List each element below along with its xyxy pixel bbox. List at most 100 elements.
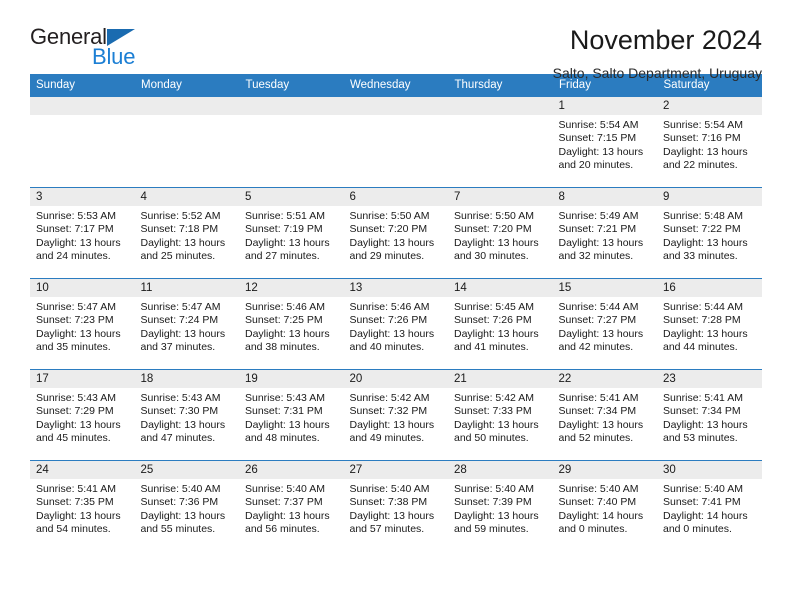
day-details: Sunrise: 5:44 AM Sunset: 7:28 PM Daylight:… [657,297,762,355]
daylight-text: Daylight: 13 hours and 49 minutes. [349,418,435,445]
day-details: Sunrise: 5:47 AM Sunset: 7:23 PM Daylight:… [30,297,135,355]
sunrise-text: Sunrise: 5:44 AM [558,301,639,313]
daylight-text: Daylight: 13 hours and 56 minutes. [245,509,330,536]
calendar-day-cell[interactable]: 28 Sunrise: 5:40 AM Sunset: 7:39 PM Dayligh… [448,460,553,551]
sunrise-text: Sunrise: 5:40 AM [349,483,430,495]
weekday-header-sunday: Sunday [30,74,135,97]
calendar-day-cell[interactable]: 26 Sunrise: 5:40 AM Sunset: 7:37 PM Dayligh… [239,460,344,551]
day-number: 7 [448,188,553,206]
sunset-text: Sunset: 7:20 PM [349,223,428,236]
sunset-text: Sunset: 7:33 PM [454,405,532,418]
calendar-day-cell[interactable]: 30 Sunrise: 5:40 AM Sunset: 7:41 PM Dayligh… [657,460,762,551]
calendar-day-cell-empty [448,96,553,188]
daylight-text: Daylight: 13 hours and 33 minutes. [663,236,748,263]
calendar-day-cell[interactable]: 7 Sunrise: 5:50 AM Sunset: 7:20 PM Daylight… [448,187,553,279]
day-number: 29 [552,461,657,479]
sunset-text: Sunset: 7:32 PM [349,405,428,418]
day-details: Sunrise: 5:42 AM Sunset: 7:33 PM Daylight:… [448,388,553,446]
day-number: 23 [657,370,762,388]
sunrise-text: Sunrise: 5:48 AM [663,210,743,222]
daylight-text: Daylight: 13 hours and 20 minutes. [558,145,644,172]
day-details: Sunrise: 5:45 AM Sunset: 7:26 PM Daylight:… [448,297,553,355]
calendar-table: Sunday Monday Tuesday Wednesday Thursday… [30,74,762,551]
calendar-day-cell[interactable]: 17 Sunrise: 5:43 AM Sunset: 7:29 PM Dayligh… [30,369,135,461]
calendar-body: 1 Sunrise: 5:54 AM Sunset: 7:15 PM Daylight… [30,96,762,551]
calendar-day-cell[interactable]: 8 Sunrise: 5:49 AM Sunset: 7:21 PM Daylight… [552,187,657,279]
calendar-day-cell[interactable]: 22 Sunrise: 5:41 AM Sunset: 7:34 PM Dayligh… [552,369,657,461]
day-number [448,97,553,115]
daylight-text: Daylight: 13 hours and 48 minutes. [245,418,330,445]
page-title: November 2024 [569,25,762,55]
day-number: 1 [552,97,657,115]
day-details: Sunrise: 5:46 AM Sunset: 7:25 PM Daylight:… [239,297,344,355]
sunset-text: Sunset: 7:24 PM [140,314,219,327]
day-number: 19 [239,370,344,388]
day-details: Sunrise: 5:40 AM Sunset: 7:36 PM Daylight:… [135,479,240,537]
calendar-day-cell[interactable]: 2 Sunrise: 5:54 AM Sunset: 7:16 PM Daylight… [657,96,762,188]
calendar-day-cell[interactable]: 11 Sunrise: 5:47 AM Sunset: 7:24 PM Dayligh… [134,278,239,370]
calendar-day-cell[interactable]: 25 Sunrise: 5:40 AM Sunset: 7:36 PM Dayligh… [134,460,240,551]
daylight-text: Daylight: 13 hours and 52 minutes. [558,418,644,445]
sunset-text: Sunset: 7:40 PM [558,496,637,509]
day-number: 17 [30,370,135,388]
calendar-day-cell[interactable]: 14 Sunrise: 5:45 AM Sunset: 7:26 PM Dayligh… [448,278,553,370]
day-details: Sunrise: 5:50 AM Sunset: 7:20 PM Daylight:… [448,206,553,264]
sunrise-text: Sunrise: 5:53 AM [36,210,116,222]
calendar-day-cell[interactable]: 24 Sunrise: 5:41 AM Sunset: 7:35 PM Dayligh… [30,460,135,551]
generalblue-logo[interactable]: General Blue [30,26,150,72]
daylight-text: Daylight: 13 hours and 32 minutes. [558,236,644,263]
sunset-text: Sunset: 7:34 PM [663,405,741,418]
calendar-day-cell[interactable]: 5 Sunrise: 5:51 AM Sunset: 7:19 PM Daylight… [239,187,344,279]
sunrise-text: Sunrise: 5:40 AM [558,483,639,495]
daylight-text: Daylight: 13 hours and 42 minutes. [558,327,644,354]
daylight-text: Daylight: 13 hours and 30 minutes. [454,236,539,263]
day-details: Sunrise: 5:46 AM Sunset: 7:26 PM Daylight:… [344,297,449,355]
calendar-day-cell[interactable]: 10 Sunrise: 5:47 AM Sunset: 7:23 PM Dayligh… [30,278,135,370]
calendar-day-cell[interactable]: 19 Sunrise: 5:43 AM Sunset: 7:31 PM Dayligh… [239,369,344,461]
day-number: 8 [552,188,657,206]
sunrise-text: Sunrise: 5:43 AM [245,392,325,404]
weekday-header-wednesday: Wednesday [343,74,449,97]
calendar-day-cell[interactable]: 20 Sunrise: 5:42 AM Sunset: 7:32 PM Dayligh… [343,369,448,461]
daylight-text: Daylight: 14 hours and 0 minutes. [558,509,644,536]
calendar-day-cell[interactable]: 16 Sunrise: 5:44 AM Sunset: 7:28 PM Dayligh… [657,278,762,370]
sunrise-text: Sunrise: 5:47 AM [140,301,221,313]
calendar-week-row: 3 Sunrise: 5:53 AM Sunset: 7:17 PM Daylight… [30,187,762,279]
calendar-day-cell[interactable]: 27 Sunrise: 5:40 AM Sunset: 7:38 PM Dayligh… [343,460,448,551]
calendar-day-cell-empty [134,96,239,188]
calendar-day-cell[interactable]: 6 Sunrise: 5:50 AM Sunset: 7:20 PM Daylight… [343,187,448,279]
sunrise-text: Sunrise: 5:51 AM [245,210,325,222]
day-number: 28 [448,461,553,479]
daylight-text: Daylight: 13 hours and 57 minutes. [349,509,435,536]
sunset-text: Sunset: 7:28 PM [663,314,741,327]
day-number: 6 [343,188,448,206]
daylight-text: Daylight: 13 hours and 59 minutes. [454,509,539,536]
sunrise-text: Sunrise: 5:42 AM [454,392,534,404]
calendar-day-cell[interactable]: 4 Sunrise: 5:52 AM Sunset: 7:18 PM Daylight… [134,187,239,279]
sunset-text: Sunset: 7:19 PM [245,223,323,236]
daylight-text: Daylight: 13 hours and 37 minutes. [140,327,226,354]
sunrise-text: Sunrise: 5:40 AM [245,483,325,495]
sunrise-text: Sunrise: 5:46 AM [245,301,325,313]
calendar-day-cell[interactable]: 3 Sunrise: 5:53 AM Sunset: 7:17 PM Daylight… [30,187,135,279]
calendar-day-cell[interactable]: 13 Sunrise: 5:46 AM Sunset: 7:26 PM Dayligh… [343,278,449,370]
calendar-day-cell[interactable]: 29 Sunrise: 5:40 AM Sunset: 7:40 PM Dayligh… [552,460,657,551]
day-number: 21 [448,370,553,388]
daylight-text: Daylight: 13 hours and 29 minutes. [349,236,435,263]
calendar-day-cell[interactable]: 12 Sunrise: 5:46 AM Sunset: 7:25 PM Dayligh… [239,278,344,370]
sunset-text: Sunset: 7:25 PM [245,314,323,327]
sunset-text: Sunset: 7:27 PM [558,314,637,327]
calendar-day-cell[interactable]: 23 Sunrise: 5:41 AM Sunset: 7:34 PM Dayligh… [657,369,762,461]
sunrise-text: Sunrise: 5:50 AM [454,210,534,222]
calendar-day-cell[interactable]: 1 Sunrise: 5:54 AM Sunset: 7:15 PM Daylight… [552,96,657,188]
calendar-day-cell[interactable]: 18 Sunrise: 5:43 AM Sunset: 7:30 PM Dayligh… [134,369,239,461]
day-number: 2 [657,97,762,115]
day-number: 16 [657,279,762,297]
day-number: 30 [657,461,762,479]
calendar-day-cell[interactable]: 15 Sunrise: 5:44 AM Sunset: 7:27 PM Dayligh… [552,278,657,370]
sunrise-text: Sunrise: 5:40 AM [663,483,743,495]
calendar-day-cell[interactable]: 21 Sunrise: 5:42 AM Sunset: 7:33 PM Dayligh… [448,369,553,461]
day-number [134,97,239,115]
page-header: General Blue November 2024 Salto, Salto … [30,0,762,80]
calendar-day-cell[interactable]: 9 Sunrise: 5:48 AM Sunset: 7:22 PM Daylight… [657,187,762,279]
